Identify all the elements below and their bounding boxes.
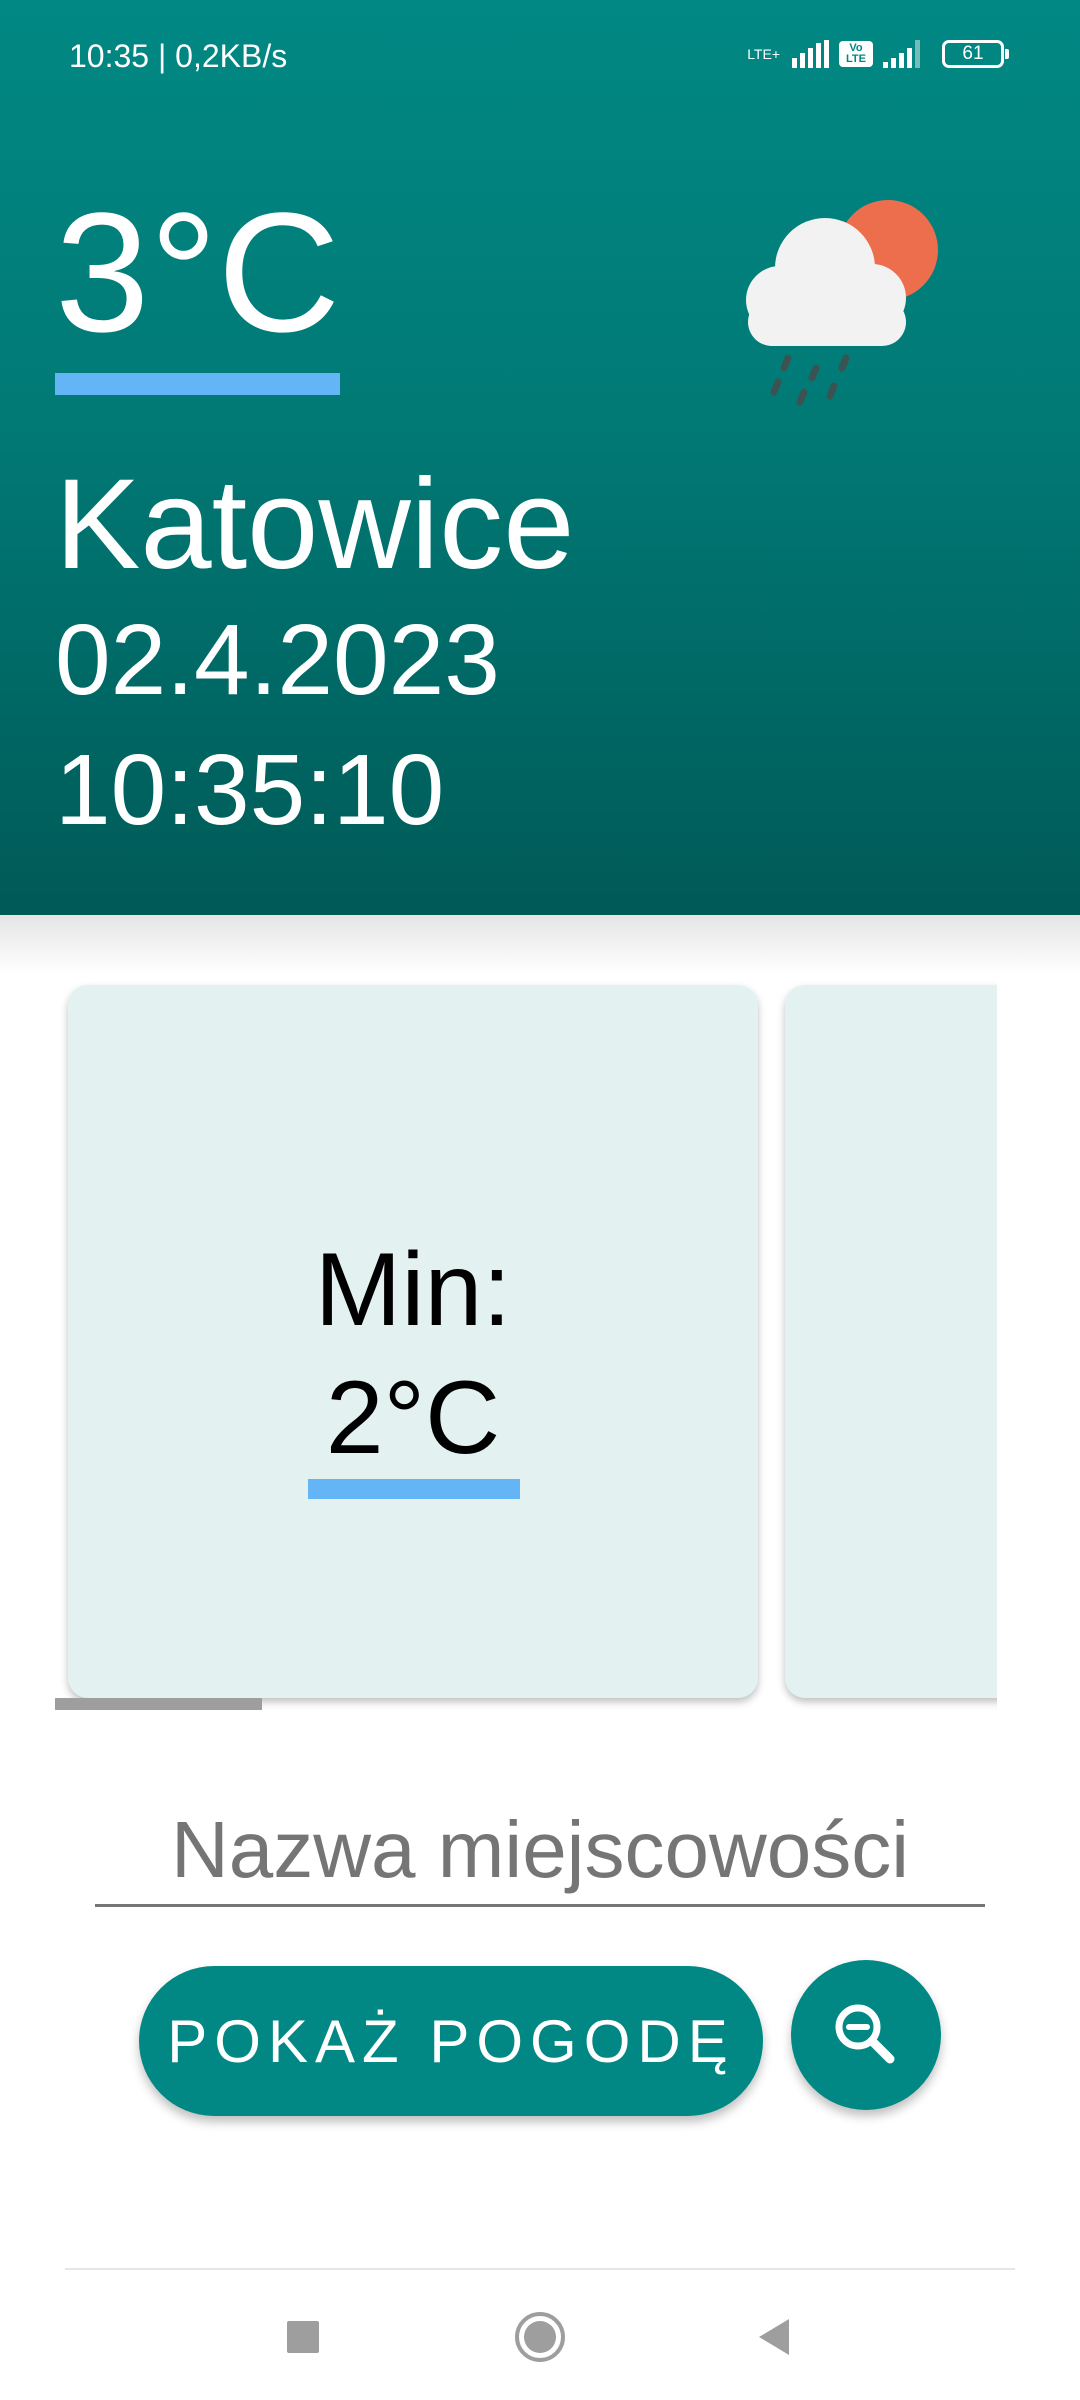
header-shadow [0, 915, 1080, 975]
recents-button[interactable] [258, 2292, 348, 2382]
status-bar: 10:35 | 0,2KB/s LTE+ Vo LTE 61 [0, 0, 1080, 120]
system-navigation-bar [0, 2270, 1080, 2400]
cloud-sun-rain-icon [746, 200, 938, 406]
recents-icon [287, 2321, 319, 2353]
signal-icon-secondary [883, 40, 920, 68]
status-icons: LTE+ Vo LTE 61 [747, 40, 1009, 68]
show-weather-button[interactable]: POKAŻ POGODĘ [139, 1966, 763, 2116]
card-value: 2°C [325, 1360, 501, 1476]
back-button[interactable] [730, 2292, 820, 2382]
home-button[interactable] [495, 2292, 585, 2382]
forecast-card-next [785, 985, 997, 1698]
volte-icon: Vo LTE [839, 41, 873, 67]
battery-icon: 61 [942, 40, 1009, 68]
current-temperature: 3°C [55, 178, 341, 368]
home-icon [515, 2312, 565, 2362]
network-type-label: LTE+ [747, 46, 780, 62]
status-time: 10:35 | 0,2KB/s [69, 38, 288, 74]
signal-icon [792, 40, 829, 68]
current-time: 10:35:10 [55, 734, 445, 846]
forecast-carousel[interactable]: Min: 2°C [0, 975, 997, 1715]
city-search-input[interactable] [95, 1795, 985, 1907]
card-label: Min: [314, 1232, 512, 1348]
zoom-out-icon [835, 2004, 895, 2064]
back-icon [759, 2319, 789, 2355]
city-name: Katowice [55, 453, 575, 596]
carousel-scroll-indicator [55, 1698, 262, 1710]
temperature-underline [55, 373, 340, 395]
current-date: 02.4.2023 [55, 604, 500, 716]
weather-header: 10:35 | 0,2KB/s LTE+ Vo LTE 61 3°C Katow… [0, 0, 1080, 915]
search-fab-button[interactable] [791, 1960, 941, 2110]
card-value-underline [308, 1479, 520, 1499]
forecast-card-min: Min: 2°C [68, 985, 758, 1698]
